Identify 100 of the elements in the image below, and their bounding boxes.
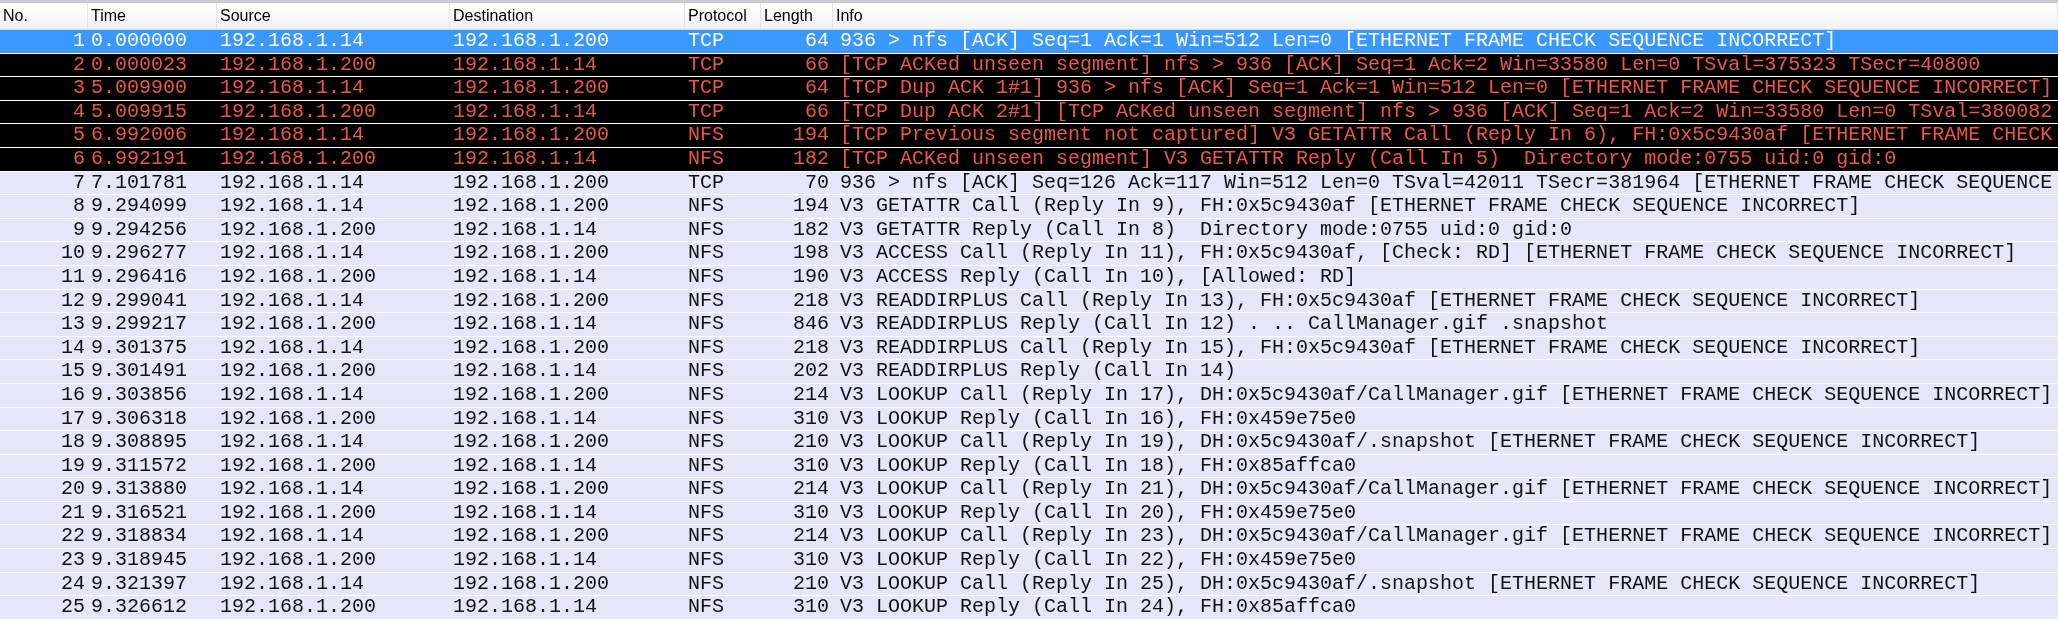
packet-row[interactable]: 13 9.299217 192.168.1.200 192.168.1.14 NFS 846 V3 READDIRPLUS Reply (Call In 12) . .. CallManager.gif .snapshot (0, 313, 2058, 337)
column-header[interactable]: Length (761, 3, 833, 29)
packet-row[interactable]: 24 9.321397 192.168.1.14 192.168.1.200 NFS 210 V3 LOOKUP Call (Reply In 25), DH:0x5c9430af/.snapshot [ETHERNET FRAME CHECK SEQUENCE INCORRECT] (0, 572, 2058, 597)
packet-row[interactable]: 4 5.009915 192.168.1.200 192.168.1.14 TCP 66 [TCP Dup ACK 2#1] [TCP ACKed unseen segment] nfs > 936 [ACK] Seq=1 Ack=2 Win=33580 Len=0 TSval=380082 (0, 100, 2058, 125)
table-cell-text: 9.301375 (90, 336, 188, 360)
table-cell-text: 936 > nfs [ACK] Seq=1 Ack=1 Win=512 Len=0 [ETHERNET FRAME CHECK SEQUENCE INCORRECT] (839, 30, 1838, 53)
table-cell-text: V3 LOOKUP Call (Reply In 23), DH:0x5c9430af/CallManager.gif [ETHERNET FRAME CHECK SEQUENCE INCORRECT] (839, 525, 2054, 549)
column-header[interactable]: Time (88, 3, 217, 29)
table-cell-text: 310 (792, 596, 830, 619)
packet-row[interactable]: 12 9.299041 192.168.1.14 192.168.1.200 NFS 218 V3 READDIRPLUS Call (Reply In 13), FH:0x5c9430af [ETHERNET FRAME CHECK SEQUENCE INCORRECT] (0, 289, 2058, 314)
table-cell-text: NFS (687, 383, 725, 407)
column-header[interactable]: Protocol (685, 3, 761, 29)
table-cell-text: 25 (60, 596, 86, 619)
table-cell-text: 192.168.1.14 (219, 242, 366, 265)
table-cell-text: 15 (60, 360, 86, 383)
table-cell-text: 24 (60, 572, 86, 596)
table-cell-text: 66 (804, 100, 830, 124)
table-cell-text: 192.168.1.14 (452, 407, 599, 431)
packet-row[interactable]: 6 6.992191 192.168.1.200 192.168.1.14 NFS 182 [TCP ACKed unseen segment] V3 GETATTR Reply (Call In 5) Directory mode:0755 uid:0 gid:0 (0, 147, 2058, 172)
table-cell-text: 18 (60, 431, 86, 454)
packet-row[interactable]: 15 9.301491 192.168.1.200 192.168.1.14 NFS 202 V3 READDIRPLUS Reply (Call In 14) (0, 360, 2058, 384)
packet-row[interactable]: 23 9.318945 192.168.1.200 192.168.1.14 NFS 310 V3 LOOKUP Reply (Call In 22), FH:0x459e75e0 (0, 549, 2058, 573)
table-cell-text: 192.168.1.200 (219, 501, 378, 525)
table-cell-text: 192.168.1.200 (452, 242, 611, 265)
table-cell-text: V3 LOOKUP Reply (Call In 16), FH:0x459e75e0 (839, 407, 1358, 431)
table-cell-text: 9.306318 (90, 407, 188, 431)
table-cell-text: 192.168.1.14 (219, 195, 366, 218)
table-cell-text: 192.168.1.200 (452, 431, 611, 454)
table-cell-text: 202 (792, 360, 830, 383)
packet-row[interactable]: 20 9.313880 192.168.1.14 192.168.1.200 NFS 214 V3 LOOKUP Call (Reply In 21), DH:0x5c9430af/CallManager.gif [ETHERNET FRAME CHECK SEQUENCE INCORRECT] (0, 478, 2058, 502)
packet-row[interactable]: 11 9.296416 192.168.1.200 192.168.1.14 NFS 190 V3 ACCESS Reply (Call In 10), [Allowed: RD] (0, 265, 2058, 290)
table-cell-text: 7.101781 (90, 171, 188, 195)
packet-row[interactable]: 21 9.316521 192.168.1.200 192.168.1.14 NFS 310 V3 LOOKUP Reply (Call In 20), FH:0x459e75e0 (0, 501, 2058, 526)
table-cell-text: 5.009915 (90, 100, 188, 124)
table-cell-text: NFS (687, 572, 725, 596)
table-cell-text: 192.168.1.200 (452, 289, 611, 313)
packet-row[interactable]: 9 9.294256 192.168.1.200 192.168.1.14 NFS 182 V3 GETATTR Reply (Call In 8) Directory mode:0755 uid:0 gid:0 (0, 218, 2058, 243)
table-cell-text: V3 LOOKUP Reply (Call In 20), FH:0x459e75e0 (839, 501, 1358, 525)
packet-row[interactable]: 17 9.306318 192.168.1.200 192.168.1.14 NFS 310 V3 LOOKUP Reply (Call In 16), FH:0x459e75e0 (0, 407, 2058, 432)
packet-row[interactable]: 22 9.318834 192.168.1.14 192.168.1.200 NFS 214 V3 LOOKUP Call (Reply In 23), DH:0x5c9430af/CallManager.gif [ETHERNET FRAME CHECK SEQUENCE INCORRECT] (0, 525, 2058, 550)
column-header[interactable]: No. (0, 3, 88, 29)
table-cell-text: NFS (687, 407, 725, 431)
table-cell-text: 1 (72, 30, 86, 53)
table-cell-text: 192.168.1.200 (219, 596, 378, 619)
table-cell-text: [TCP Previous segment not captured] V3 GETATTR Call (Reply In 6), FH:0x5c9430af [ETHERNET FRAME CHECK (839, 124, 2054, 147)
table-cell-text: NFS (687, 147, 725, 171)
table-cell-text: 192.168.1.14 (219, 572, 366, 596)
table-cell-text: 9.318945 (90, 549, 188, 572)
table-cell-text: 9.313880 (90, 478, 188, 501)
table-cell-text: 22 (60, 525, 86, 549)
table-cell-text: NFS (687, 501, 725, 525)
table-cell-text: 192.168.1.14 (219, 77, 366, 100)
table-cell-text: 8 (72, 195, 86, 218)
table-cell-text: 310 (792, 549, 830, 572)
table-cell-text: 192.168.1.14 (219, 383, 366, 407)
table-cell-text: 5.009900 (90, 77, 188, 100)
table-cell-text: 9.311572 (90, 454, 188, 478)
table-cell-text: 19 (60, 454, 86, 478)
packet-row[interactable]: 2 0.000023 192.168.1.200 192.168.1.14 TCP 66 [TCP ACKed unseen segment] nfs > 936 [ACK] Seq=1 Ack=2 Win=33580 Len=0 TSval=375323 TSecr=40800 (0, 53, 2058, 78)
table-cell-text: 192.168.1.14 (452, 596, 599, 619)
table-cell-text: 192.168.1.14 (452, 53, 599, 77)
table-cell-text: V3 LOOKUP Reply (Call In 24), FH:0x85affca0 (839, 596, 1358, 619)
column-header[interactable]: Info (833, 3, 2058, 29)
table-cell-text: NFS (687, 431, 725, 454)
packet-row[interactable]: 25 9.326612 192.168.1.200 192.168.1.14 NFS 310 V3 LOOKUP Reply (Call In 24), FH:0x85affca0 (0, 596, 2058, 620)
table-cell-text: 9.303856 (90, 383, 188, 407)
table-cell-text: 214 (792, 383, 830, 407)
column-header[interactable]: Destination (450, 3, 685, 29)
packet-row[interactable]: 16 9.303856 192.168.1.14 192.168.1.200 NFS 214 V3 LOOKUP Call (Reply In 17), DH:0x5c9430af/CallManager.gif [ETHERNET FRAME CHECK SEQUENCE INCORRECT] (0, 383, 2058, 408)
table-cell-text: 10 (60, 242, 86, 265)
table-cell-text: [TCP Dup ACK 1#1] 936 > nfs [ACK] Seq=1 Ack=1 Win=512 Len=0 [ETHERNET FRAME CHECK SEQUENCE INCORRECT] (839, 77, 2054, 100)
packet-row[interactable]: 18 9.308895 192.168.1.14 192.168.1.200 NFS 210 V3 LOOKUP Call (Reply In 19), DH:0x5c9430af/.snapshot [ETHERNET FRAME CHECK SEQUENCE INCORRECT] (0, 431, 2058, 455)
table-cell-text: 6.992191 (90, 147, 188, 171)
table-cell-text: V3 READDIRPLUS Call (Reply In 15), FH:0x5c9430af [ETHERNET FRAME CHECK SEQUENCE INCORRECT] (839, 336, 1922, 360)
table-cell-text: 12 (60, 289, 86, 313)
table-cell-text: NFS (687, 596, 725, 619)
packet-row[interactable]: 7 7.101781 192.168.1.14 192.168.1.200 TCP 70 936 > nfs [ACK] Seq=126 Ack=117 Win=512 Len=0 TSval=42011 TSecr=381964 [ETHERNET FRAME CHECK SEQUENCE (0, 171, 2058, 196)
packet-row[interactable]: 3 5.009900 192.168.1.14 192.168.1.200 TCP 64 [TCP Dup ACK 1#1] 936 > nfs [ACK] Seq=1 Ack=1 Win=512 Len=0 [ETHERNET FRAME CHECK SEQUENCE INCORRECT] (0, 77, 2058, 101)
table-cell-text: 192.168.1.200 (219, 53, 378, 77)
table-cell-text: 192.168.1.14 (452, 549, 599, 572)
packet-row[interactable]: 5 6.992006 192.168.1.14 192.168.1.200 NFS 194 [TCP Previous segment not captured] V3 GETATTR Call (Reply In 6), FH:0x5c9430af [ETHERNET FRAME CHECK (0, 124, 2058, 148)
table-cell-text: 192.168.1.14 (219, 171, 366, 195)
table-cell-text: 64 (804, 30, 830, 53)
packet-row[interactable]: 19 9.311572 192.168.1.200 192.168.1.14 NFS 310 V3 LOOKUP Reply (Call In 18), FH:0x85affca0 (0, 454, 2058, 479)
table-cell-text: 192.168.1.14 (219, 478, 366, 501)
table-cell-text: 3 (72, 77, 86, 100)
table-cell-text: 5 (72, 124, 86, 147)
packet-row[interactable]: 8 9.294099 192.168.1.14 192.168.1.200 NFS 194 V3 GETATTR Call (Reply In 9), FH:0x5c9430af [ETHERNET FRAME CHECK SEQUENCE INCORRECT] (0, 195, 2058, 219)
table-cell-text: 14 (60, 336, 86, 360)
table-cell-text: 192.168.1.14 (452, 100, 599, 124)
packet-row[interactable]: 14 9.301375 192.168.1.14 192.168.1.200 NFS 218 V3 READDIRPLUS Call (Reply In 15), FH:0x5c9430af [ETHERNET FRAME CHECK SEQUENCE INCORRECT] (0, 336, 2058, 361)
table-cell-text: 21 (60, 501, 86, 525)
column-header[interactable]: Source (217, 3, 450, 29)
table-cell-text: 9.294099 (90, 195, 188, 218)
table-cell-text: 23 (60, 549, 86, 572)
table-cell-text: 192.168.1.14 (452, 265, 599, 289)
packet-row[interactable]: 10 9.296277 192.168.1.14 192.168.1.200 NFS 198 V3 ACCESS Call (Reply In 11), FH:0x5c9430af, [Check: RD] [ETHERNET FRAME CHECK SEQUENCE INCORRECT] (0, 242, 2058, 266)
table-cell-text: [TCP ACKed unseen segment] nfs > 936 [ACK] Seq=1 Ack=2 Win=33580 Len=0 TSval=375323 TSecr=40800 (839, 53, 1982, 77)
table-cell-text: 0.000023 (90, 53, 188, 77)
table-cell-text: NFS (687, 124, 725, 147)
